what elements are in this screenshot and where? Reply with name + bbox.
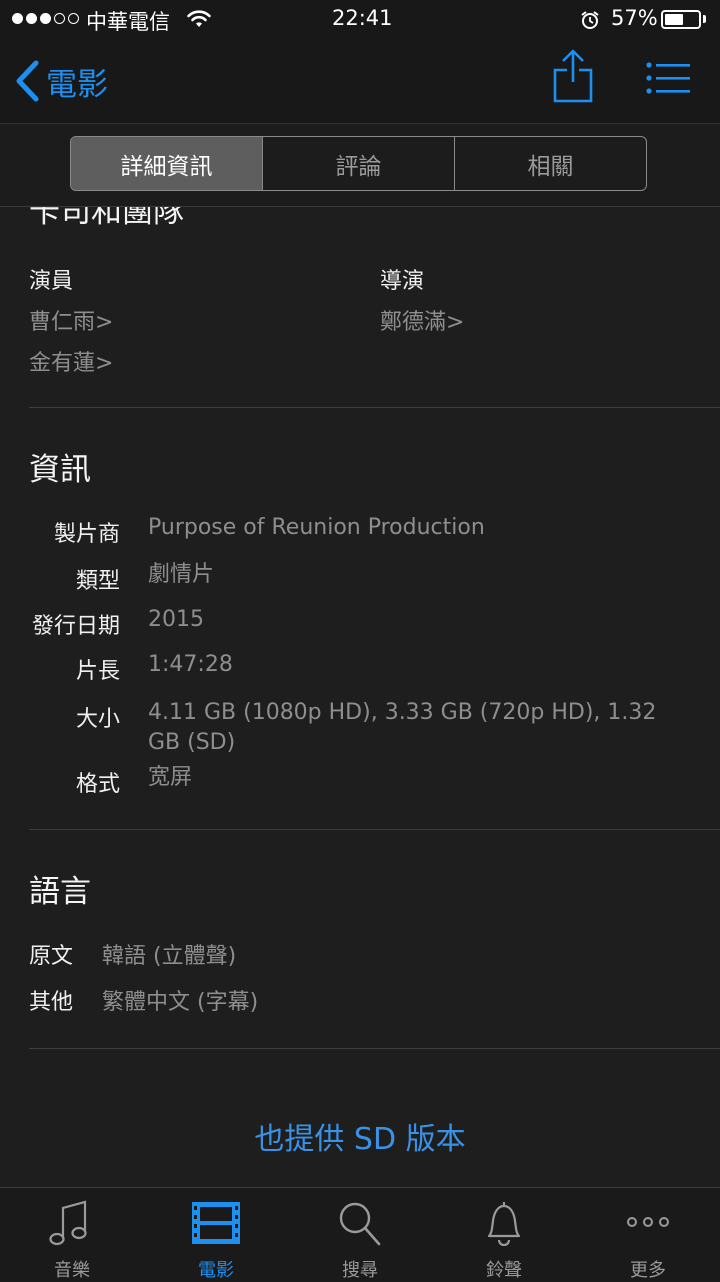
info-label: 大小 xyxy=(75,707,120,732)
info-value: 宽屏 xyxy=(148,765,193,790)
actor-name: 金有蓮 xyxy=(29,351,96,376)
details-content: 卡司和團隊 演員 曹仁雨> 金有蓮> 導演 鄭德滿> 資訊 製片商 Purpos… xyxy=(0,207,720,1187)
alarm-icon xyxy=(581,11,599,29)
info-value: 4.11 GB (1080p HD), 3.33 GB (720p HD), 1… xyxy=(148,700,657,755)
segmented-control: 詳細資訊 評論 相關 xyxy=(70,136,647,191)
info-value: 劇情片 xyxy=(148,562,215,587)
list-menu-icon[interactable] xyxy=(644,60,692,96)
language-value: 繁體中文 (字幕) xyxy=(102,990,259,1015)
tab-search[interactable]: 搜尋 xyxy=(288,1188,432,1281)
info-label: 格式 xyxy=(75,772,120,797)
signal-dot-icon xyxy=(54,13,65,24)
signal-dot-icon xyxy=(40,13,51,24)
chevron-right-icon: > xyxy=(446,310,465,335)
segment-reviews[interactable]: 評論 xyxy=(263,137,455,190)
tab-label: 更多 xyxy=(630,1260,666,1281)
status-bar: 中華電信 22:41 57% xyxy=(0,0,720,40)
section-divider xyxy=(29,1048,720,1049)
segment-strip: 詳細資訊 評論 相關 xyxy=(0,124,720,207)
carrier-name: 中華電信 xyxy=(86,10,170,34)
info-value: Purpose of Reunion Production xyxy=(148,515,485,540)
info-value: 1:47:28 xyxy=(148,652,233,677)
tab-label: 電影 xyxy=(198,1260,234,1281)
director-name: 鄭德滿 xyxy=(380,310,447,335)
language-label: 其他 xyxy=(29,990,74,1015)
battery-percent: 57% xyxy=(611,6,658,30)
more-icon xyxy=(627,1217,669,1227)
segment-related[interactable]: 相關 xyxy=(455,137,646,190)
info-heading: 資訊 xyxy=(29,452,91,488)
info-value: 2015 xyxy=(148,607,204,632)
actor-link[interactable]: 曹仁雨> xyxy=(29,304,113,336)
language-heading: 語言 xyxy=(29,874,91,910)
info-label: 類型 xyxy=(75,569,120,594)
chevron-left-icon xyxy=(16,60,39,102)
signal-dot-icon xyxy=(12,13,23,24)
music-note-icon xyxy=(49,1200,87,1246)
battery-cap xyxy=(703,15,706,23)
navigation-bar: 電影 xyxy=(0,40,720,124)
tab-bar: 音樂 電影 搜尋 鈴聲 更多 xyxy=(0,1187,720,1281)
signal-dot-icon xyxy=(26,13,37,24)
battery-level xyxy=(665,14,683,25)
actor-name: 曹仁雨 xyxy=(29,310,96,335)
clock: 22:41 xyxy=(332,6,393,30)
cast-crew-heading: 卡司和團隊 xyxy=(29,207,184,230)
tab-label: 鈴聲 xyxy=(486,1260,522,1281)
info-label: 片長 xyxy=(75,659,120,684)
section-divider xyxy=(29,407,720,408)
tab-label: 音樂 xyxy=(54,1260,90,1281)
tab-music[interactable]: 音樂 xyxy=(0,1188,144,1281)
director-label: 導演 xyxy=(380,269,425,294)
director-link[interactable]: 鄭德滿> xyxy=(380,304,464,336)
tab-ringtones[interactable]: 鈴聲 xyxy=(432,1188,576,1281)
search-icon xyxy=(339,1202,381,1246)
back-label: 電影 xyxy=(46,66,108,103)
bell-icon xyxy=(487,1202,521,1247)
actors-label: 演員 xyxy=(29,269,74,294)
chevron-right-icon: > xyxy=(95,351,114,376)
back-button[interactable]: 電影 xyxy=(14,56,108,106)
wifi-icon xyxy=(187,10,211,27)
film-icon xyxy=(192,1202,240,1244)
signal-dot-icon xyxy=(68,13,79,24)
tab-more[interactable]: 更多 xyxy=(576,1188,720,1281)
sd-version-link[interactable]: 也提供 SD 版本 xyxy=(0,1114,720,1158)
share-icon[interactable] xyxy=(552,48,594,104)
chevron-right-icon: > xyxy=(95,310,114,335)
battery-icon xyxy=(661,10,701,29)
tab-label: 搜尋 xyxy=(342,1260,378,1281)
info-label: 發行日期 xyxy=(31,614,120,639)
info-label: 製片商 xyxy=(53,522,120,547)
language-label: 原文 xyxy=(29,944,74,969)
segment-details[interactable]: 詳細資訊 xyxy=(71,137,263,190)
language-value: 韓語 (立體聲) xyxy=(102,944,237,969)
actor-link[interactable]: 金有蓮> xyxy=(29,345,113,377)
section-divider xyxy=(29,829,720,830)
tab-movies[interactable]: 電影 xyxy=(144,1188,288,1281)
